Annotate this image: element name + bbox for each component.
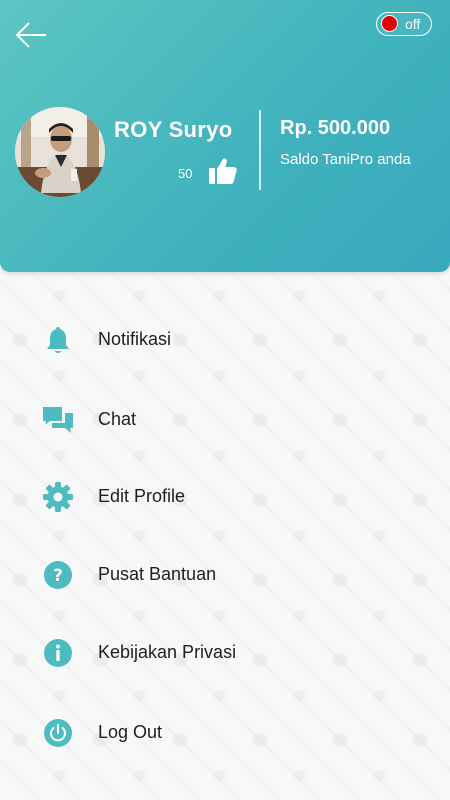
avatar[interactable] [15,107,105,197]
toggle-label: off [405,16,421,32]
menu-label-chat: Chat [98,409,137,429]
balance-caption: Saldo TaniPro anda [280,151,411,168]
menu-item-chat[interactable]: Chat [0,392,450,448]
info-circle-icon [42,637,74,669]
menu-item-kebijakan-privasi[interactable]: Kebijakan Privasi [0,625,450,681]
likes-count: 50 [178,166,193,181]
menu-item-edit-profile[interactable]: Edit Profile [0,469,450,525]
menu-label-edit-profile: Edit Profile [98,486,186,506]
gear-icon [42,481,74,513]
menu-label-pusat-bantuan: Pusat Bantuan [98,564,217,584]
menu-item-pusat-bantuan[interactable]: ? Pusat Bantuan [0,547,450,603]
thumbs-up-icon [209,158,237,184]
menu-item-notifikasi[interactable]: Notifikasi [0,312,450,368]
menu-label-notifikasi: Notifikasi [98,329,172,349]
menu-label-kebijakan-privasi: Kebijakan Privasi [98,642,237,662]
power-icon [42,717,74,749]
like-button[interactable] [208,157,238,185]
chat-bubbles-icon [42,404,74,436]
back-button[interactable] [14,18,48,52]
balance-amount: Rp. 500.000 [280,117,391,139]
bell-icon [42,324,74,356]
avatar-photo [15,107,105,197]
header-divider [259,110,261,190]
arrow-left-icon [15,22,46,48]
toggle-indicator [381,15,398,32]
profile-name: ROY Suryo [114,117,233,142]
menu-item-log-out[interactable]: Log Out [0,705,450,761]
help-circle-icon: ? [42,559,74,591]
svg-text:?: ? [53,566,63,586]
status-toggle[interactable]: off [376,12,432,36]
menu-label-log-out: Log Out [98,722,163,742]
profile-header: off ROY Suryo 50 Rp. 500.000 Saldo TaniP… [0,0,450,272]
